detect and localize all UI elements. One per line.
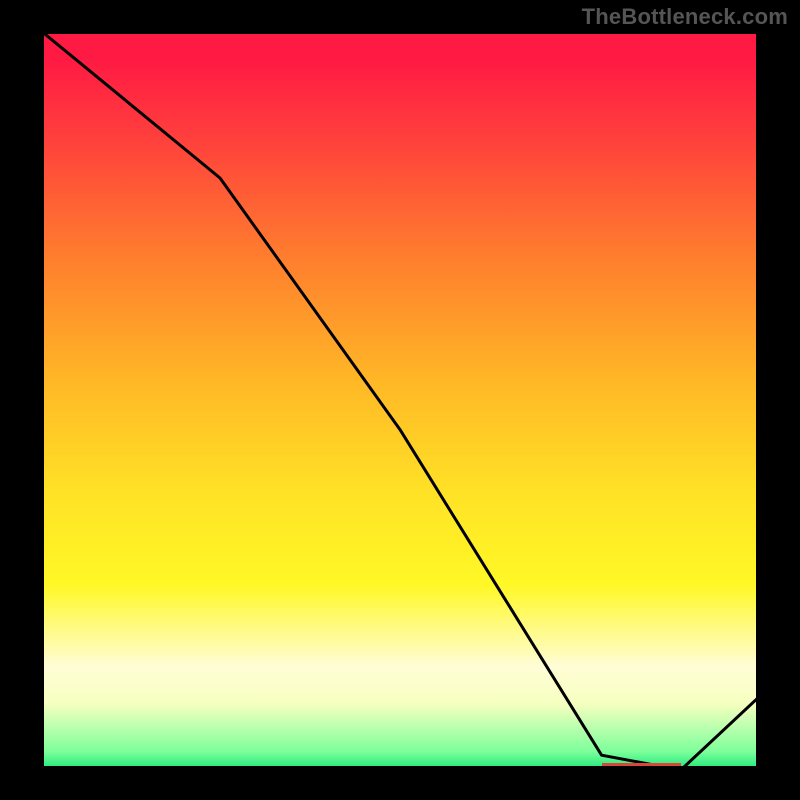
chart-stage: TheBottleneck.com (0, 0, 800, 800)
watermark-label: TheBottleneck.com (582, 4, 788, 30)
optimal-range-marker (602, 763, 681, 769)
bottleneck-curve (40, 30, 760, 770)
plot-frame (40, 30, 760, 770)
